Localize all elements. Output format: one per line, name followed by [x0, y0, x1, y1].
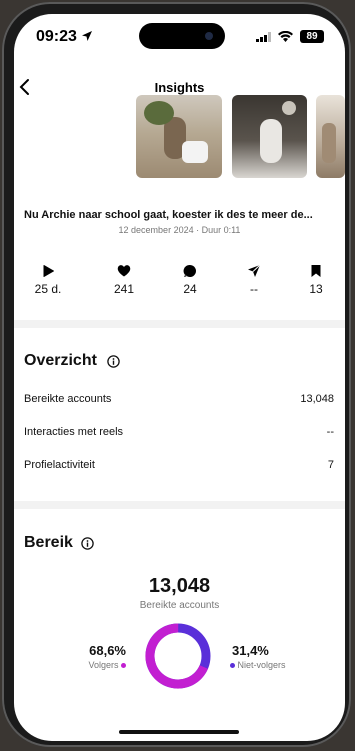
stat-plays: 25 d. — [18, 264, 78, 296]
stat-likes: 241 — [94, 264, 154, 296]
reach-title: Bereik — [24, 534, 73, 551]
stat-value: 13 — [309, 282, 323, 296]
location-arrow-icon — [82, 31, 92, 41]
wifi-icon — [278, 31, 293, 42]
stat-value: -- — [250, 282, 258, 296]
followers-dot — [121, 663, 126, 669]
row-value: 13,048 — [300, 393, 334, 405]
overview-row-reel-interactions[interactable]: Interacties met reels -- — [24, 426, 334, 442]
post-stats: 25 d. 241 24 -- 13 — [14, 264, 345, 314]
comment-icon — [183, 264, 196, 277]
overview-title: Overzicht — [24, 352, 97, 369]
row-value: -- — [326, 426, 334, 438]
section-divider — [14, 320, 345, 328]
home-indicator[interactable] — [119, 730, 239, 734]
battery-indicator: 89 — [300, 30, 324, 43]
page-title: Insights — [154, 80, 205, 95]
thumbnail-plant — [144, 101, 174, 125]
status-bar: 09:23 89 — [14, 14, 345, 60]
play-icon — [43, 265, 54, 277]
overview-row-reached-accounts[interactable]: Bereikte accounts 13,048 — [24, 393, 334, 409]
share-icon — [248, 264, 261, 277]
non-followers-dot — [230, 663, 235, 669]
row-label: Interacties met reels — [24, 426, 124, 438]
section-divider — [14, 501, 345, 509]
reach-total-label: Bereikte accounts — [139, 600, 220, 611]
post-thumbnail[interactable] — [232, 95, 307, 178]
donut-followers-arc — [145, 623, 211, 689]
non-followers-label: Niet-volgers — [237, 660, 286, 670]
signal-icon — [256, 32, 271, 42]
post-thumbnail[interactable] — [136, 95, 222, 178]
stat-value: 25 d. — [34, 282, 62, 296]
overview-row-profile-activity[interactable]: Profielactiviteit 7 — [24, 459, 334, 475]
row-label: Bereikte accounts — [24, 393, 112, 405]
stat-saves: 13 — [286, 264, 345, 296]
non-followers-legend: Niet-volgers — [230, 660, 286, 670]
dynamic-island — [139, 23, 225, 49]
heart-icon — [117, 265, 131, 277]
followers-label: Volgers — [88, 660, 119, 670]
stat-value: 241 — [113, 282, 135, 296]
thumbnail-figure — [260, 119, 282, 163]
thumbnail-figure — [322, 123, 336, 163]
thumbnail-detail — [282, 101, 296, 115]
info-icon[interactable] — [81, 537, 94, 550]
row-label: Profielactiviteit — [24, 459, 95, 471]
followers-legend: Volgers — [62, 660, 126, 670]
nav-bar: Insights — [14, 60, 345, 95]
info-icon[interactable] — [107, 355, 120, 368]
camera-dot — [205, 32, 213, 40]
post-title: Nu Archie naar school gaat, koester ik d… — [24, 209, 313, 221]
stat-value: 24 — [183, 282, 197, 296]
followers-percentage: 68,6% — [89, 643, 126, 658]
stat-shares: -- — [224, 264, 284, 296]
post-thumbnail[interactable] — [316, 95, 345, 178]
bookmark-icon — [311, 265, 321, 277]
post-date-duration: 12 december 2024 · Duur 0:11 — [118, 225, 241, 235]
screen: 09:23 89 Insights Nu Archie naar school … — [14, 14, 345, 741]
non-followers-percentage: 31,4% — [232, 643, 269, 658]
status-time: 09:23 — [36, 28, 77, 45]
reach-total: 13,048 — [148, 575, 211, 597]
reach-donut-chart — [145, 623, 211, 689]
phone-frame: 09:23 89 Insights Nu Archie naar school … — [2, 2, 351, 747]
row-value: 7 — [327, 459, 334, 471]
stat-comments: 24 — [160, 264, 220, 296]
thumbnail-stroller — [182, 141, 208, 163]
